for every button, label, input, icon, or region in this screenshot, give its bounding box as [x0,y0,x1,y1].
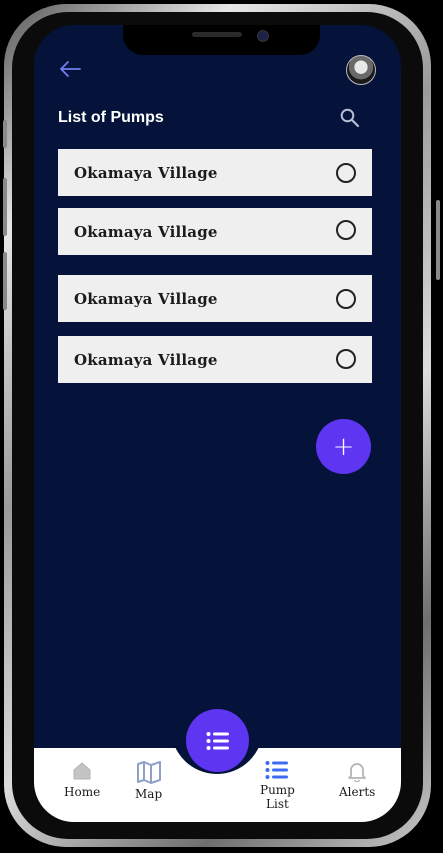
pump-list-fab[interactable] [186,709,249,772]
pump-name: Okamaya Village [74,222,218,241]
pump-name: Okamaya Village [74,350,218,369]
nav-map[interactable]: Map [135,760,162,801]
select-radio[interactable] [336,349,356,369]
bell-icon [348,763,367,782]
back-button[interactable] [56,55,84,83]
pump-list-item[interactable]: Okamaya Village [58,336,372,383]
pump-list-item[interactable]: Okamaya Village [58,208,372,255]
nav-map-label: Map [135,787,163,801]
add-pump-button[interactable]: + [316,419,371,474]
nav-home[interactable]: Home [64,760,100,799]
map-icon [136,761,161,784]
select-radio[interactable] [336,163,356,183]
phone-volume-down [3,252,7,310]
pump-list-item[interactable]: Okamaya Village [58,149,372,196]
arrow-left-icon [60,61,81,77]
pump-name: Okamaya Village [74,289,218,308]
nav-alerts[interactable]: Alerts [339,760,375,799]
select-radio[interactable] [336,289,356,309]
nav-alerts-label: Alerts [339,785,376,799]
app-screen: List of Pumps Okamaya Village Okamaya Vi… [34,25,401,822]
nav-home-label: Home [64,785,101,799]
list-icon [265,761,289,779]
select-radio[interactable] [336,220,356,240]
phone-volume-up [3,178,7,236]
camera [257,30,269,42]
search-button[interactable] [339,107,361,129]
home-icon [73,762,91,780]
plus-icon: + [332,431,355,462]
page-title: List of Pumps [58,109,164,126]
phone-side-button [3,120,7,148]
list-icon [206,731,229,750]
pump-name: Okamaya Village [74,163,218,182]
notch [123,25,320,55]
nav-pump-list[interactable]: Pump List [260,760,295,811]
speaker [192,32,242,37]
phone-power-button [436,200,440,280]
nav-pump-list-label: Pump List [260,783,295,811]
avatar[interactable] [346,55,376,85]
search-icon [340,108,360,128]
pump-list-item[interactable]: Okamaya Village [58,275,372,322]
